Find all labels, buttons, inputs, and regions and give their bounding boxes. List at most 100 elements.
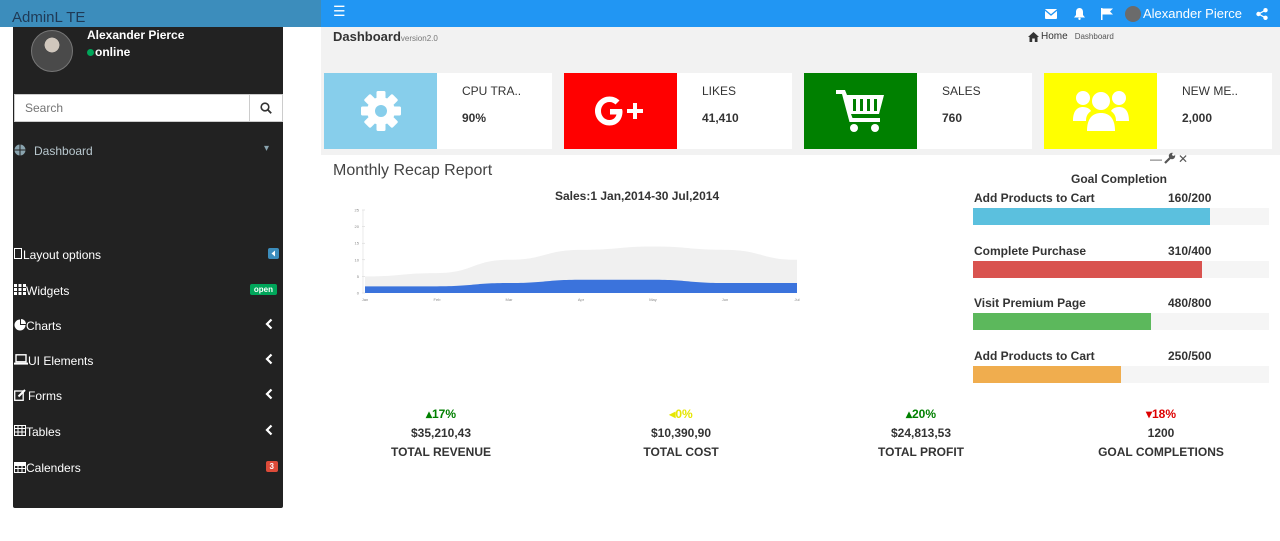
sidebar-item-layout-options[interactable]: Layout options xyxy=(13,244,283,266)
search-button[interactable] xyxy=(249,95,282,121)
wrench-icon[interactable] xyxy=(1164,152,1176,167)
sidebar-item-tables[interactable]: Tables xyxy=(13,421,283,443)
x-tick-label: Mar xyxy=(506,297,514,302)
sidebar-item-label: Calenders xyxy=(26,461,81,475)
goal-label: Add Products to Cart xyxy=(974,191,1095,205)
progress-bar xyxy=(973,208,1210,225)
collapse-icon xyxy=(268,248,279,259)
page-title-text: Dashboard xyxy=(333,29,401,44)
info-box-label: NEW ME.. xyxy=(1182,84,1238,98)
pie-chart-icon xyxy=(14,319,26,331)
stat-label: TOTAL REVENUE xyxy=(390,445,491,459)
search-input[interactable] xyxy=(15,95,251,121)
stat-total-cost: ◂0% $10,390,90 TOTAL COST xyxy=(571,407,791,459)
sidebar-item-label: Forms xyxy=(28,389,62,403)
file-icon xyxy=(14,248,22,259)
envelope-icon[interactable] xyxy=(1037,8,1065,19)
search-icon xyxy=(260,102,272,114)
navbar-user-name: Alexander Pierce xyxy=(1143,6,1242,21)
gear-icon xyxy=(360,91,401,131)
minus-icon[interactable]: — xyxy=(1150,152,1162,167)
online-dot-icon xyxy=(87,49,94,56)
avatar xyxy=(31,30,73,72)
goal-label: Visit Premium Page xyxy=(974,296,1086,310)
th-icon xyxy=(14,284,26,295)
info-box-value: 760 xyxy=(942,111,963,125)
y-tick-label: 25 xyxy=(355,208,360,213)
y-tick-label: 10 xyxy=(355,257,360,262)
report-title: Monthly Recap Report xyxy=(333,162,493,179)
info-box-value: 2,000 xyxy=(1182,111,1213,125)
stat-total-profit: ▴20% $24,813,53 TOTAL PROFIT xyxy=(811,407,1031,459)
stat-amount: 1200 xyxy=(1147,426,1175,440)
breadcrumb-current: Dashboard xyxy=(1074,32,1114,41)
info-box-value: 90% xyxy=(462,111,487,125)
app-logo[interactable]: AdminL TE xyxy=(12,9,85,26)
breadcrumb: Home Dashboard xyxy=(1028,31,1114,42)
progress-track xyxy=(973,313,1269,330)
breadcrumb-home[interactable]: Home xyxy=(1041,31,1068,42)
goal-value: 480/800 xyxy=(1168,296,1212,310)
sidebar-item-widgets[interactable]: Widgets open xyxy=(13,280,283,302)
info-box-likes: LIKES 41,410 xyxy=(564,73,792,149)
stat-amount: $10,390,90 xyxy=(650,426,712,440)
goal-visit-premium: Visit Premium Page 480/800 xyxy=(973,296,1269,332)
bell-icon[interactable] xyxy=(1065,7,1093,20)
chevron-left-icon xyxy=(265,424,273,439)
info-box-label: LIKES xyxy=(702,84,737,98)
sidebar: Alexander Pierce online Dashboard ▾ Layo… xyxy=(13,27,283,508)
close-icon[interactable]: ✕ xyxy=(1178,152,1188,167)
goal-value: 310/400 xyxy=(1168,244,1212,258)
calendar-icon xyxy=(14,462,26,473)
chevron-left-icon xyxy=(265,388,273,403)
stat-label: TOTAL PROFIT xyxy=(878,445,964,459)
avatar xyxy=(1125,5,1141,22)
x-tick-label: May xyxy=(649,297,657,302)
sidebar-item-label: UI Elements xyxy=(28,354,94,368)
sidebar-item-calenders[interactable]: Calenders 3 xyxy=(13,457,283,479)
sidebar-item-ui-elements[interactable]: UI Elements xyxy=(13,350,283,372)
sidebar-item-dashboard[interactable]: Dashboard ▾ xyxy=(13,141,283,161)
table-icon xyxy=(14,425,26,436)
goal-add-products-1: Add Products to Cart 160/200 xyxy=(973,191,1269,227)
sidebar-item-label: Dashboard xyxy=(34,144,93,158)
chart-title: Sales:1 Jan,2014-30 Jul,2014 xyxy=(555,189,720,203)
progress-bar xyxy=(973,261,1203,278)
chevron-left-icon xyxy=(265,353,273,368)
info-box-icon xyxy=(1044,73,1157,149)
info-box-cpu: CPU TRA.. 90% xyxy=(324,73,552,149)
sidebar-search xyxy=(14,94,283,122)
y-tick-label: 20 xyxy=(355,224,360,229)
goal-complete-purchase: Complete Purchase 310/400 xyxy=(973,244,1269,280)
goal-label: Complete Purchase xyxy=(974,244,1087,258)
dashboard-icon xyxy=(14,144,26,156)
info-box-icon xyxy=(324,73,437,149)
navbar-user-menu[interactable]: Alexander Pierce xyxy=(1125,5,1242,22)
sidebar-item-label: Tables xyxy=(26,425,61,439)
stat-goal-completions: ▾18% 1200 GOAL COMPLETIONS xyxy=(1051,407,1271,459)
cart-icon xyxy=(835,90,884,132)
share-icon[interactable] xyxy=(1248,7,1276,20)
goal-value: 160/200 xyxy=(1168,191,1212,205)
menu-icon[interactable]: ☰ xyxy=(333,3,346,20)
progress-bar xyxy=(973,366,1121,383)
sidebar-item-charts[interactable]: Charts xyxy=(13,315,283,337)
sales-area-chart: 0 5 10 15 20 25 Jan Feb Mar Apr May Jun Jul xyxy=(355,208,800,303)
stat-amount: $35,210,43 xyxy=(410,426,472,440)
user-status-text: online xyxy=(95,45,131,59)
badge-count: 3 xyxy=(265,461,278,472)
sidebar-item-label: Widgets xyxy=(26,284,70,298)
stat-percentage: ▴17% xyxy=(425,407,457,421)
stat-percentage: ▴20% xyxy=(905,407,937,421)
goal-label: Add Products to Cart xyxy=(974,349,1095,363)
stat-label: TOTAL COST xyxy=(643,445,719,459)
sidebar-item-forms[interactable]: Forms xyxy=(13,385,283,407)
info-box-new-members: NEW ME.. 2,000 xyxy=(1044,73,1272,149)
logo-bar[interactable]: AdminL TE xyxy=(0,0,321,27)
flag-icon[interactable] xyxy=(1093,7,1121,20)
stat-amount: $24,813,53 xyxy=(890,426,952,440)
home-icon xyxy=(1028,31,1039,42)
edit-icon xyxy=(14,389,26,401)
top-navbar: ☰ Alexander Pierce xyxy=(321,0,1280,27)
info-box-icon xyxy=(804,73,917,149)
